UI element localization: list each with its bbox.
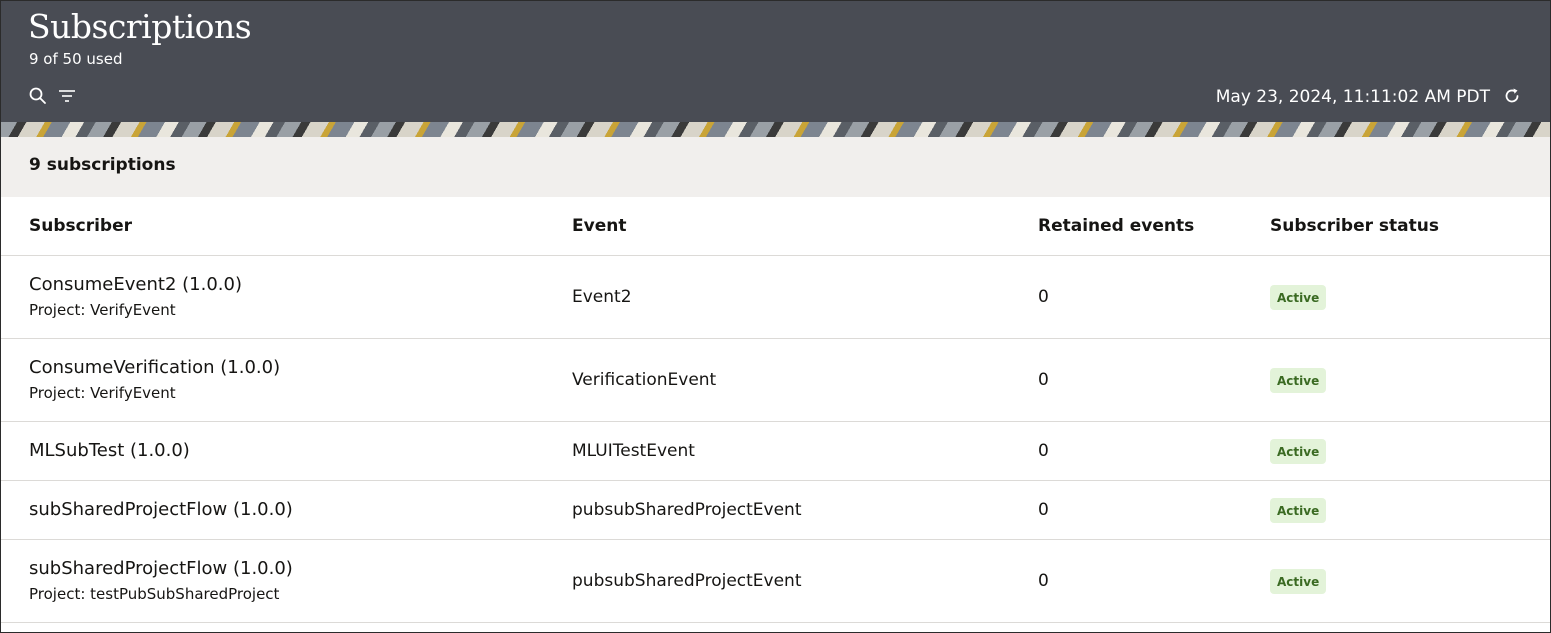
- subscriber-name[interactable]: ConsumeVerification (1.0.0): [29, 356, 572, 380]
- subscriber-name[interactable]: subSharedProjectFlow (1.0.0): [29, 557, 572, 581]
- subscription-count: 9 subscriptions: [29, 155, 176, 175]
- status-badge: Active: [1270, 284, 1327, 310]
- column-header-retained-events[interactable]: Retained events: [1038, 197, 1270, 256]
- column-header-event[interactable]: Event: [572, 197, 1038, 256]
- subscriber-cell: MLSubTest (1.0.0): [1, 421, 572, 481]
- summary-bar: 9 subscriptions: [1, 137, 1550, 197]
- subscriber-name[interactable]: subSharedProjectFlow (1.0.0): [29, 498, 572, 522]
- retained-events-cell: 0: [1038, 338, 1270, 422]
- column-header-subscriber-status[interactable]: Subscriber status: [1270, 197, 1550, 256]
- status-badge: Active: [1270, 568, 1327, 594]
- search-icon[interactable]: [28, 86, 48, 106]
- subscriber-project: Project: VerifyEvent: [29, 384, 176, 402]
- table-row[interactable]: subSharedProjectFlow (1.0.0) pubsubShare…: [1, 480, 1550, 540]
- subscriber-cell: ConsumeVerification (1.0.0) Project: Ver…: [1, 338, 572, 422]
- table-row[interactable]: ConsumeVerification (1.0.0) Project: Ver…: [1, 338, 1550, 422]
- status-cell: Active: [1270, 421, 1550, 481]
- page-title: Subscriptions: [28, 7, 252, 46]
- status-badge: Active: [1270, 497, 1327, 523]
- retained-events-cell: 0: [1038, 255, 1270, 339]
- status-cell: Active: [1270, 338, 1550, 422]
- event-cell: pubsubSharedProjectEvent: [572, 480, 1038, 540]
- decorative-banner: [1, 122, 1550, 137]
- subscriber-cell: ConsumeEvent2 (1.0.0) Project: VerifyEve…: [1, 255, 572, 339]
- subscriber-project: Project: testPubSubSharedProject: [29, 585, 280, 603]
- table-header-row: Subscriber Event Retained events Subscri…: [1, 197, 1550, 256]
- status-cell: Active: [1270, 480, 1550, 540]
- table-row[interactable]: subSharedProjectFlow (1.0.0) Project: te…: [1, 539, 1550, 623]
- retained-events-cell: 0: [1038, 421, 1270, 481]
- subscriptions-page: Subscriptions 9 of 50 used May 23, 2024,…: [0, 0, 1551, 633]
- table-row[interactable]: ConsumeEvent2 (1.0.0) Project: VerifyEve…: [1, 255, 1550, 339]
- last-refresh-timestamp: May 23, 2024, 11:11:02 AM PDT: [1215, 87, 1490, 107]
- status-cell: Active: [1270, 539, 1550, 623]
- event-cell: MLUITestEvent: [572, 421, 1038, 481]
- retained-events-cell: 0: [1038, 539, 1270, 623]
- status-badge: Active: [1270, 438, 1327, 464]
- column-header-subscriber[interactable]: Subscriber: [1, 197, 572, 256]
- subscriber-cell: subSharedProjectFlow (1.0.0): [1, 480, 572, 540]
- page-header: Subscriptions 9 of 50 used May 23, 2024,…: [1, 1, 1550, 122]
- retained-events-cell: 0: [1038, 480, 1270, 540]
- filter-icon[interactable]: [57, 86, 77, 106]
- status-cell: Active: [1270, 255, 1550, 339]
- subscriber-name[interactable]: ConsumeEvent2 (1.0.0): [29, 273, 572, 297]
- usage-count: 9 of 50 used: [29, 50, 123, 68]
- subscriber-cell: subSharedProjectFlow (1.0.0) Project: te…: [1, 539, 572, 623]
- subscriptions-table: Subscriber Event Retained events Subscri…: [1, 197, 1550, 623]
- subscriber-project: Project: VerifyEvent: [29, 301, 176, 319]
- subscriber-name[interactable]: MLSubTest (1.0.0): [29, 439, 572, 463]
- status-badge: Active: [1270, 367, 1327, 393]
- event-cell: VerificationEvent: [572, 338, 1038, 422]
- event-cell: Event2: [572, 255, 1038, 339]
- table-row[interactable]: MLSubTest (1.0.0) MLUITestEvent 0 Active: [1, 421, 1550, 481]
- refresh-icon[interactable]: [1502, 86, 1522, 106]
- event-cell: pubsubSharedProjectEvent: [572, 539, 1038, 623]
